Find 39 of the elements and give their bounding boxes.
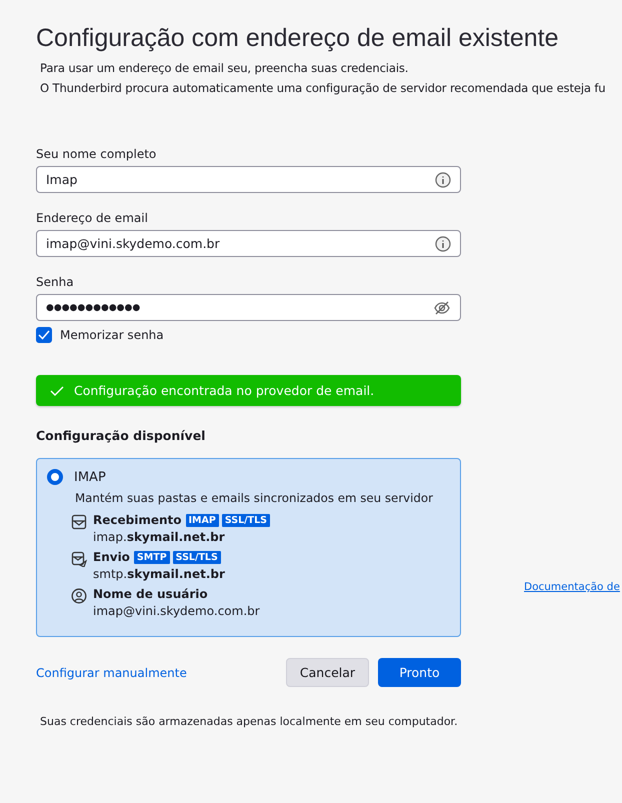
protocol-tag: SSL/TLS — [222, 514, 270, 526]
input-field[interactable]: imap@vini.skydemo.com.br — [36, 230, 461, 257]
check-icon — [50, 384, 64, 396]
detail-label: Nome de usuário — [93, 587, 208, 601]
config-option-card[interactable]: IMAP Mantém suas pastas e emails sincronizados em seu servidor Recebimento IMAP SSL/TLS imap.skymail.net.br Envio SMTP SSL/TLS smtp.skymail.net.br Nome de usuário imap@vini.skydemo.com.br — [36, 458, 461, 637]
info-icon — [435, 172, 451, 188]
eye-slash-icon — [433, 300, 451, 316]
detail-value: smtp.skymail.net.br — [93, 567, 225, 581]
field-label: Seu nome completo — [36, 147, 158, 161]
protocol-tag: IMAP — [186, 514, 219, 526]
page-title: Configuração com endereço de email existente — [36, 24, 560, 53]
detail-value: imap.skymail.net.br — [93, 530, 226, 544]
cancel-button[interactable]: Cancelar — [286, 658, 369, 687]
checkbox-label: Memorizar senha — [60, 328, 164, 342]
protocol-tag: SMTP — [134, 550, 170, 564]
user-icon — [71, 588, 87, 604]
field-label: Endereço de email — [36, 211, 149, 225]
mail-icon — [71, 551, 87, 567]
input-field[interactable]: Imap — [36, 166, 461, 193]
done-button[interactable]: Pronto — [378, 658, 461, 687]
detail-label: Recebimento — [93, 513, 182, 527]
input-field[interactable]: ●●●●●●●●●●●● — [36, 294, 461, 321]
protocol-tag: SSL/TLS — [172, 550, 221, 564]
footer-text: Suas credenciais são armazenadas apenas localmente em seu computador. — [40, 715, 459, 728]
mail-icon — [71, 514, 87, 530]
banner-text: Configuração encontrada no provedor de email. — [74, 383, 374, 398]
option-description: Mantém suas pastas e emails sincronizados em seu servidor — [75, 491, 434, 505]
section-heading: Configuração disponível — [36, 428, 206, 443]
field-label: Senha — [36, 275, 75, 289]
intro-text: Para usar um endereço de email seu, preencha suas credenciais. — [40, 61, 408, 75]
manual-config-link[interactable]: Configurar manualmente — [36, 666, 187, 680]
documentation-link[interactable]: Documentação de — [524, 581, 620, 593]
detail-label: Envio — [93, 550, 130, 564]
detail-value: imap@vini.skydemo.com.br — [93, 604, 260, 618]
info-icon — [435, 236, 451, 252]
checkbox[interactable] — [36, 327, 52, 343]
radio-button[interactable] — [47, 469, 63, 485]
option-name: IMAP — [74, 470, 106, 484]
intro-text: O Thunderbird procura automaticamente uma configuração de servidor recomendada que esteja fu — [40, 81, 606, 95]
